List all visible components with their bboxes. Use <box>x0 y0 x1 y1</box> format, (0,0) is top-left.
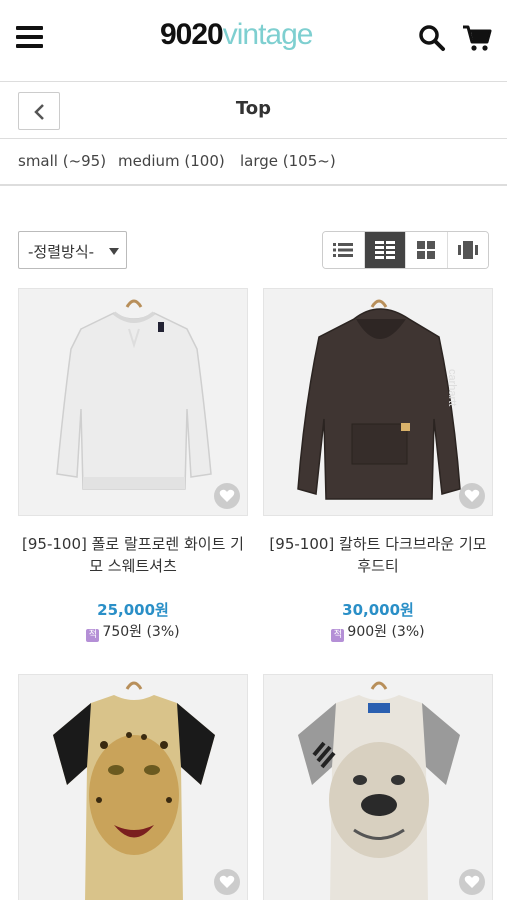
grid-4-view-button[interactable] <box>406 232 448 268</box>
heart-icon <box>219 489 235 502</box>
product-points-value: 750원 (3%) <box>102 624 180 640</box>
gallery-view-button[interactable] <box>447 232 488 268</box>
product-image[interactable]: carhartt <box>263 288 493 516</box>
grid-4-view-icon <box>417 241 436 259</box>
chevron-left-icon <box>34 104 44 120</box>
product-name[interactable]: [95-100] 칼하트 다크브라운 기모 후드티 <box>263 533 493 577</box>
list-view-icon <box>333 243 354 257</box>
sort-select-label: -정렬방식- <box>28 243 95 261</box>
gallery-view-icon <box>457 241 478 259</box>
wishlist-button[interactable] <box>214 869 240 895</box>
page-title: Top <box>235 98 272 119</box>
wishlist-button[interactable] <box>214 483 240 509</box>
heart-icon <box>464 489 480 502</box>
product-price: 25,000원 <box>97 601 169 619</box>
product-points: 적 900원 (3%) <box>263 621 493 642</box>
brown-hoodie-image: carhartt <box>297 299 461 500</box>
product-price: 30,000원 <box>342 601 414 619</box>
product-card[interactable] <box>263 674 493 900</box>
bulldog-tshirt-image <box>298 681 460 900</box>
heart-icon <box>464 875 480 888</box>
site-logo[interactable]: 9020vintage <box>160 18 313 58</box>
wishlist-button[interactable] <box>459 869 485 895</box>
search-icon[interactable] <box>418 24 446 52</box>
product-points: 적 750원 (3%) <box>18 621 248 642</box>
grid-2-view-button[interactable] <box>364 232 406 268</box>
caret-down-icon <box>109 248 119 255</box>
top-header: 9020vintage <box>0 0 507 82</box>
product-image[interactable] <box>18 288 248 516</box>
product-points-value: 900원 (3%) <box>347 624 425 640</box>
logo-word: vintage <box>222 18 314 51</box>
view-mode-toggle <box>322 231 489 269</box>
category-header: Top <box>0 83 507 139</box>
list-view-button[interactable] <box>323 232 365 268</box>
points-badge-icon: 적 <box>86 629 100 642</box>
points-badge-icon: 적 <box>331 629 345 642</box>
product-name[interactable]: [95-100] 폴로 랄프로렌 화이트 기모 스웨트셔츠 <box>18 533 248 577</box>
svg-text:carhartt: carhartt <box>446 369 458 406</box>
size-filter-bar: small (~95) medium (100) large (105~) <box>0 140 507 186</box>
size-filter-medium[interactable]: medium (100) <box>118 152 225 170</box>
logo-number: 9020 <box>160 18 224 51</box>
product-card[interactable]: carhartt [95-100] 칼하트 다크브라운 기모 후드티 30,00… <box>263 288 493 648</box>
grid-2-view-icon <box>374 241 395 259</box>
product-card[interactable]: [95-100] 폴로 랄프로렌 화이트 기모 스웨트셔츠 25,000원 적7… <box>18 288 248 648</box>
sort-select[interactable]: -정렬방식- <box>18 231 127 269</box>
product-image[interactable] <box>18 674 248 900</box>
back-button[interactable] <box>18 92 60 130</box>
size-filter-large[interactable]: large (105~) <box>240 152 336 170</box>
menu-icon[interactable] <box>16 26 43 48</box>
product-card[interactable] <box>18 674 248 900</box>
cart-icon[interactable] <box>462 24 492 52</box>
wishlist-button[interactable] <box>459 483 485 509</box>
white-sweatshirt-image <box>56 299 212 490</box>
heart-icon <box>219 875 235 888</box>
product-image[interactable] <box>263 674 493 900</box>
size-filter-small[interactable]: small (~95) <box>18 152 106 170</box>
leopard-tshirt-image <box>53 681 215 900</box>
